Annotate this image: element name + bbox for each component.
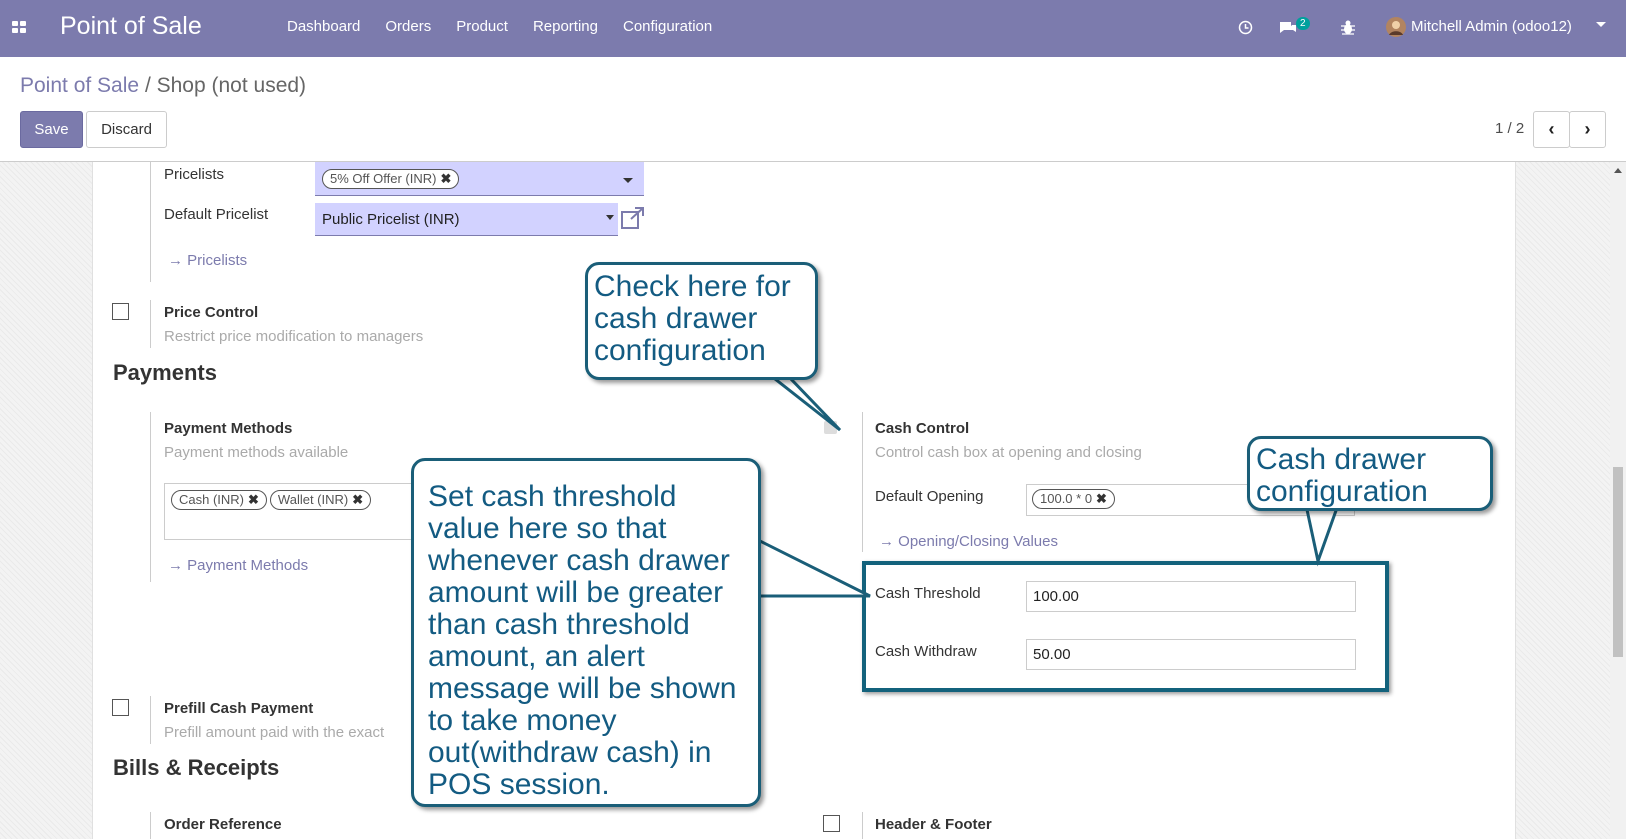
callout-drawer-config: Cash drawer configuration bbox=[1247, 436, 1493, 511]
callout-cash-threshold: Set cash threshold value here so that wh… bbox=[411, 458, 761, 807]
callout-pointers bbox=[734, 373, 1341, 598]
callout-check-here: Check here for cash drawer configuration bbox=[585, 262, 818, 380]
